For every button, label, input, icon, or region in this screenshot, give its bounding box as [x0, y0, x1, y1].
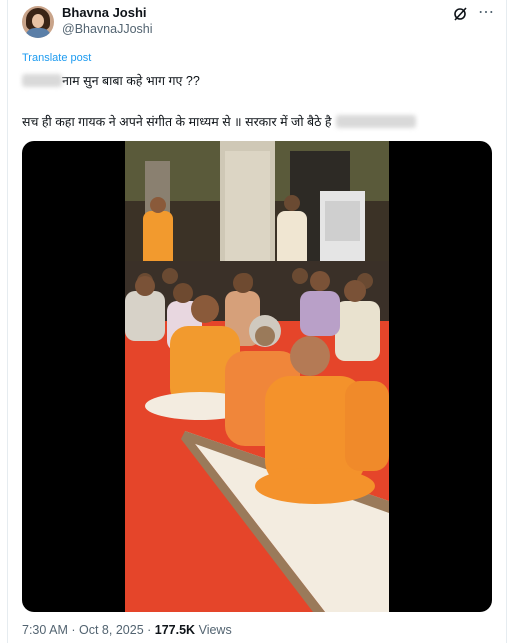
views-label: Views	[198, 623, 232, 637]
video-player[interactable]	[22, 141, 492, 612]
avatar-body	[25, 28, 51, 38]
separator: ·	[147, 623, 152, 637]
views-count: 177.5K	[154, 623, 196, 637]
author-handle[interactable]: @BhavnaJJoshi	[62, 22, 153, 36]
translate-post-link[interactable]: Translate post	[22, 52, 91, 64]
post-date[interactable]: Oct 8, 2025	[79, 623, 144, 637]
post-timestamp: 7:30 AM · Oct 8, 2025 · 177.5K Views	[22, 623, 232, 637]
avatar-face	[32, 14, 44, 28]
blurred-text	[22, 74, 62, 87]
blurred-text	[335, 115, 416, 128]
post-time[interactable]: 7:30 AM	[22, 623, 68, 637]
post-text-line-1-content: नाम सुन बाबा कहे भाग गए ??	[62, 74, 200, 88]
more-icon[interactable]: ⋯	[478, 5, 494, 22]
avatar[interactable]	[22, 6, 54, 38]
separator: ·	[71, 623, 76, 637]
post-text-line-2-content: सच ही कहा गायक ने अपने संगीत के माध्यम स…	[22, 115, 332, 129]
post-text-line-1: नाम सुन बाबा कहे भाग गए ??	[22, 72, 200, 89]
grok-icon[interactable]	[452, 6, 468, 22]
post-text-line-2: सच ही कहा गायक ने अपने संगीत के माध्यम स…	[22, 113, 416, 130]
author-name[interactable]: Bhavna Joshi	[62, 5, 147, 20]
video-frame[interactable]	[125, 141, 389, 612]
